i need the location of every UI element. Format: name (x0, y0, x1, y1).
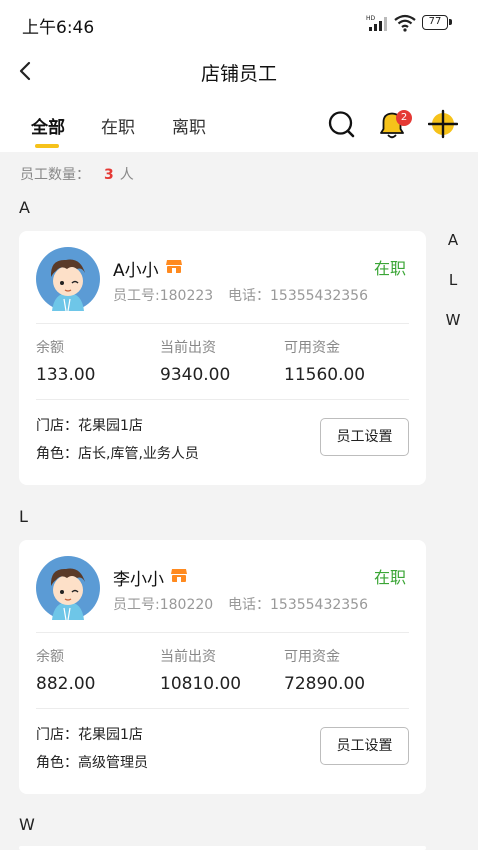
investment-label: 当前出资 (160, 649, 216, 665)
balance-value: 133.00 (36, 365, 96, 385)
employee-settings-button[interactable]: 员工设置 (320, 727, 409, 765)
signal-icon: HD (366, 15, 387, 31)
employee-card[interactable]: A小小 在职 员工号:180223 电话：15355432356 余额 133.… (19, 231, 426, 485)
employee-count: 员工数量： 3 人 (20, 164, 134, 184)
divider (36, 399, 409, 400)
store-icon (166, 260, 182, 273)
network-label: HD (366, 15, 376, 22)
employee-count-unit: 人 (119, 167, 134, 183)
battery-icon: 77 (422, 15, 452, 30)
status-time: 上午6:46 (22, 18, 95, 38)
employee-name: 李小小 (113, 570, 164, 590)
employee-phone: 电话：15355432356 (228, 597, 368, 613)
section-header-a: A (19, 198, 30, 217)
investment-value: 10810.00 (160, 674, 242, 694)
available-funds-label: 可用资金 (284, 649, 340, 665)
notification-badge: 2 (396, 110, 412, 126)
store-icon (171, 569, 187, 582)
employee-settings-button[interactable]: 员工设置 (320, 418, 409, 456)
avatar (36, 556, 100, 620)
employee-count-value: 3 (104, 167, 114, 183)
divider (36, 632, 409, 633)
status-badge: 在职 (373, 259, 406, 278)
section-header-l: L (19, 507, 28, 526)
employee-card[interactable]: 李小小 在职 员工号:180220 电话：15355432356 余额 882.… (19, 540, 426, 794)
divider (36, 323, 409, 324)
search-icon[interactable] (327, 108, 357, 140)
tab-all[interactable]: 全部 (31, 113, 65, 138)
balance-value: 882.00 (36, 674, 96, 694)
index-letter-a[interactable]: A (444, 231, 462, 249)
section-header-w: W (19, 815, 35, 834)
index-letter-w[interactable]: W (444, 311, 462, 329)
employee-number: 员工号:180220 (113, 597, 214, 613)
employee-count-label: 员工数量： (20, 167, 90, 183)
index-letter-l[interactable]: L (444, 271, 462, 289)
status-bar: 上午6:46 HD 77 (0, 0, 478, 46)
available-funds-label: 可用资金 (284, 340, 340, 356)
wifi-icon (394, 14, 416, 32)
avatar (36, 247, 100, 311)
employee-number: 员工号:180223 (113, 288, 214, 304)
employee-store: 门店：花果园1店 (36, 727, 143, 743)
employee-card[interactable] (19, 846, 426, 850)
investment-value: 9340.00 (160, 365, 231, 385)
available-funds-value: 72890.00 (284, 674, 366, 694)
investment-label: 当前出资 (160, 340, 216, 356)
balance-label: 余额 (36, 649, 64, 665)
tab-active[interactable]: 在职 (101, 113, 135, 138)
employee-role: 角色：店长,库管,业务人员 (36, 446, 199, 462)
available-funds-value: 11560.00 (284, 365, 366, 385)
employee-phone: 电话：15355432356 (228, 288, 368, 304)
employee-name: A小小 (113, 261, 159, 281)
employee-role: 角色：高级管理员 (36, 755, 148, 771)
status-badge: 在职 (373, 568, 406, 587)
divider (36, 708, 409, 709)
tab-indicator (35, 144, 59, 148)
employee-store: 门店：花果园1店 (36, 418, 143, 434)
balance-label: 余额 (36, 340, 64, 356)
tab-resigned[interactable]: 离职 (172, 113, 206, 138)
add-icon[interactable] (428, 108, 458, 140)
page-title: 店铺员工 (200, 63, 277, 85)
